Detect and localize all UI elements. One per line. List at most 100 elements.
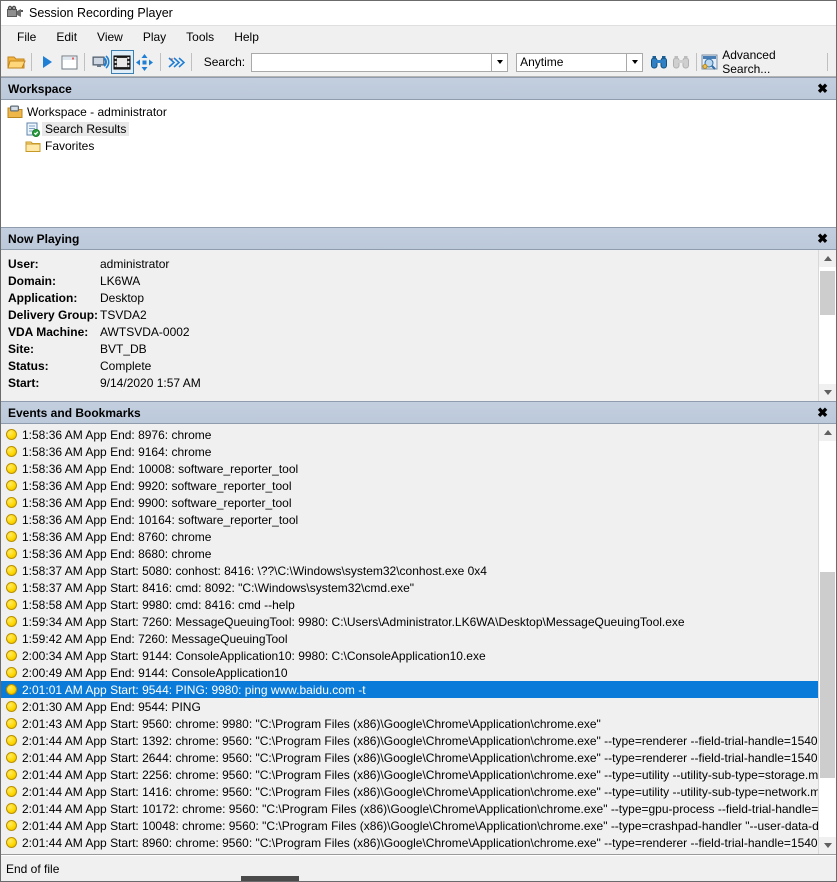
open-folder-button[interactable] [5,50,27,74]
menu-view[interactable]: View [87,27,133,47]
search-input[interactable] [251,53,491,72]
play-button[interactable] [36,50,58,74]
field-value: AWTSVDA-0002 [100,325,190,339]
event-row[interactable]: 2:01:01 AM App Start: 9544: PING: 9980: … [1,681,818,698]
recorded-session-button[interactable] [111,50,133,74]
event-row[interactable]: 2:01:44 AM App Start: 2256: chrome: 9560… [1,766,818,783]
field-label: Start: [8,376,100,390]
field-value: Complete [100,359,151,373]
open-folder-icon [7,54,26,71]
scroll-thumb[interactable] [820,271,835,315]
events-close-button[interactable]: ✖ [815,406,830,419]
event-marker-icon [6,497,17,508]
menu-file[interactable]: File [7,27,46,47]
advanced-search-button[interactable]: Advanced Search... [701,48,823,76]
tree-item-favorites[interactable]: Favorites [6,138,836,154]
event-row[interactable]: 1:58:58 AM App Start: 9980: cmd: 8416: c… [1,596,818,613]
event-row[interactable]: 2:01:43 AM App Start: 9560: chrome: 9980… [1,715,818,732]
event-row[interactable]: 1:58:36 AM App End: 10008: software_repo… [1,460,818,477]
taskbar-sliver [241,876,299,881]
event-row[interactable]: 2:01:44 AM App Start: 2644: chrome: 9560… [1,749,818,766]
event-row[interactable]: 1:58:36 AM App End: 8680: chrome [1,545,818,562]
event-row[interactable]: 1:58:36 AM App End: 8760: chrome [1,528,818,545]
chevron-down-icon [824,390,832,395]
events-scrollbar[interactable] [818,424,836,854]
now-playing-close-button[interactable]: ✖ [815,232,830,245]
find-button[interactable] [648,50,670,74]
fast-forward-button[interactable] [165,50,187,74]
advanced-search-label: Advanced Search... [722,48,817,76]
chevron-down-icon [497,60,503,64]
events-list[interactable]: 1:58:36 AM App End: 8976: chrome 1:58:36 … [1,424,818,854]
event-row[interactable]: 2:01:44 AM App Start: 10048: chrome: 956… [1,817,818,834]
field-value: LK6WA [100,274,140,288]
event-row-text: 1:58:36 AM App End: 8760: chrome [22,530,211,544]
scroll-track[interactable] [819,267,836,384]
field-value: Desktop [100,291,144,305]
event-row[interactable]: 1:58:37 AM App Start: 5080: conhost: 841… [1,562,818,579]
field-domain: Domain: LK6WA [8,272,818,289]
event-row[interactable]: 1:58:36 AM App End: 9164: chrome [1,443,818,460]
fast-forward-icon [167,55,185,70]
film-strip-icon [113,55,131,70]
field-start: Start: 9/14/2020 1:57 AM [8,374,818,391]
workspace-close-button[interactable]: ✖ [815,82,830,95]
menu-help[interactable]: Help [224,27,269,47]
menu-edit[interactable]: Edit [46,27,87,47]
event-row[interactable]: 2:01:44 AM App Start: 10172: chrome: 956… [1,800,818,817]
scroll-track[interactable] [819,441,836,837]
event-row[interactable]: 1:59:34 AM App Start: 7260: MessageQueui… [1,613,818,630]
time-filter-value[interactable]: Anytime [516,53,626,72]
event-row[interactable]: 2:01:44 AM App Start: 8960: chrome: 9560… [1,834,818,851]
event-row-text: 1:58:58 AM App Start: 9980: cmd: 8416: c… [22,598,295,612]
event-row[interactable]: 2:01:44 AM App Start: 1392: chrome: 9560… [1,732,818,749]
chevron-up-icon [824,256,832,261]
event-row-text: 1:58:36 AM App End: 8680: chrome [22,547,211,561]
pan-button[interactable] [134,50,156,74]
now-playing-panel-header: Now Playing ✖ [1,227,836,250]
event-marker-icon [6,616,17,627]
event-marker-icon [6,514,17,525]
scroll-up-button[interactable] [819,250,836,267]
scroll-down-button[interactable] [819,384,836,401]
event-row[interactable]: 1:58:36 AM App End: 9920: software_repor… [1,477,818,494]
scroll-down-button[interactable] [819,837,836,854]
tree-item-workspace-root[interactable]: Workspace - administrator [6,104,836,120]
time-filter-dropdown-button[interactable] [626,53,643,72]
event-marker-icon [6,820,17,831]
event-row[interactable]: 2:01:44 AM App Start: 1416: chrome: 9560… [1,783,818,800]
menu-play[interactable]: Play [133,27,176,47]
event-marker-icon [6,480,17,491]
event-row[interactable]: 2:00:49 AM App End: 9144: ConsoleApplica… [1,664,818,681]
search-combobox[interactable] [251,53,508,72]
time-filter-combobox[interactable]: Anytime [516,53,643,72]
move-arrows-icon [136,54,153,71]
search-dropdown-button[interactable] [491,53,508,72]
event-marker-icon [6,599,17,610]
now-playing-scrollbar[interactable] [818,250,836,401]
now-playing-panel-body: User: administrator Domain: LK6WA Applic… [1,250,836,401]
event-marker-icon [6,565,17,576]
folder-icon [24,140,42,153]
workspace-icon [6,105,24,119]
live-session-button[interactable] [89,50,111,74]
window-title: Session Recording Player [29,6,173,20]
event-row[interactable]: 1:58:36 AM App End: 8976: chrome [1,426,818,443]
event-row[interactable]: 1:58:36 AM App End: 9900: software_repor… [1,494,818,511]
event-row-text: 2:01:44 AM App Start: 1416: chrome: 9560… [22,785,818,799]
event-row[interactable]: 2:01:30 AM App End: 9544: PING [1,698,818,715]
event-row[interactable]: 1:58:37 AM App Start: 8416: cmd: 8092: "… [1,579,818,596]
tree-item-search-results[interactable]: Search Results [6,121,836,137]
scroll-thumb[interactable] [820,572,835,778]
event-row-text: 2:01:44 AM App Start: 8960: chrome: 9560… [22,836,818,850]
event-row[interactable]: 1:59:42 AM App End: 7260: MessageQueuing… [1,630,818,647]
scroll-up-button[interactable] [819,424,836,441]
event-row[interactable]: 2:00:34 AM App Start: 9144: ConsoleAppli… [1,647,818,664]
menu-tools[interactable]: Tools [176,27,224,47]
event-row[interactable]: 1:58:36 AM App End: 10164: software_repo… [1,511,818,528]
event-row-text: 2:01:30 AM App End: 9544: PING [22,700,201,714]
workspace-title: Workspace [8,82,72,96]
window-view-button[interactable] [58,50,80,74]
event-row[interactable]: 2:01:44 AM App Start: 9916: chrome: 9560… [1,851,818,854]
event-row-text: 1:58:36 AM App End: 9164: chrome [22,445,211,459]
